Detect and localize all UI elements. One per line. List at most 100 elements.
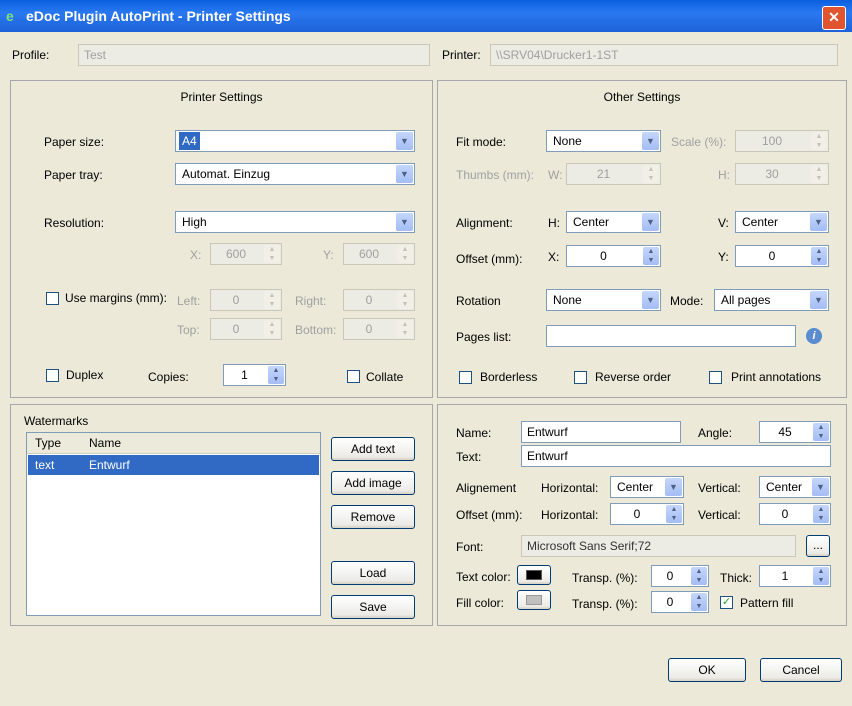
thick-label: Thick: (720, 571, 753, 585)
spinner-arrows-icon[interactable]: ▲ ▼ (397, 320, 413, 338)
profile-field[interactable]: Test (78, 44, 430, 66)
spinner-arrows-icon[interactable]: ▲ ▼ (397, 291, 413, 309)
close-button[interactable]: ✕ (822, 6, 846, 30)
left-spinner[interactable]: 0 ▲ ▼ (210, 289, 282, 311)
spinner-arrows-icon[interactable]: ▲ ▼ (268, 366, 284, 384)
printer-field[interactable]: \\SRV04\Drucker1-1ST (490, 44, 838, 66)
res-x-spinner[interactable]: 600 ▲ ▼ (210, 243, 282, 265)
pages-list-input[interactable] (546, 325, 796, 347)
right-label: Right: (295, 294, 327, 308)
chevron-down-icon[interactable]: ▼ (810, 213, 827, 231)
spinner-arrows-icon[interactable]: ▲ ▼ (811, 132, 827, 150)
rotation-label: Rotation (456, 294, 501, 308)
chevron-down-icon[interactable]: ▼ (396, 165, 413, 183)
paper-size-select[interactable]: A4 ▼ (175, 130, 415, 152)
wm-text-input[interactable]: Entwurf (521, 445, 831, 467)
wm-horizontal-select[interactable]: Center ▼ (610, 476, 684, 498)
spinner-arrows-icon[interactable]: ▲ ▼ (264, 291, 280, 309)
wm-off-vertical-spinner[interactable]: 0 ▲ ▼ (759, 503, 831, 525)
resolution-select[interactable]: High ▼ (175, 211, 415, 233)
ok-button[interactable]: OK (668, 658, 746, 682)
other-settings-header: Other Settings (603, 90, 681, 104)
chevron-down-icon[interactable]: ▼ (642, 132, 659, 150)
spinner-arrows-icon[interactable]: ▲ ▼ (264, 320, 280, 338)
list-item[interactable]: text Entwurf (28, 455, 319, 475)
spinner-arrows-icon[interactable]: ▲ ▼ (643, 247, 659, 265)
reverse-order-checkbox[interactable] (574, 371, 587, 384)
collate-checkbox[interactable] (347, 370, 360, 383)
column-type[interactable]: Type (35, 436, 61, 450)
chevron-down-icon[interactable]: ▼ (642, 213, 659, 231)
paper-tray-select[interactable]: Automat. Einzug ▼ (175, 163, 415, 185)
spinner-arrows-icon[interactable]: ▲ ▼ (813, 567, 829, 585)
remove-button[interactable]: Remove (331, 505, 415, 529)
align-h-select[interactable]: Center ▼ (566, 211, 661, 233)
load-button[interactable]: Load (331, 561, 415, 585)
spinner-arrows-icon[interactable]: ▲ ▼ (397, 245, 413, 263)
spinner-arrows-icon[interactable]: ▲ ▼ (813, 505, 829, 523)
add-image-button[interactable]: Add image (331, 471, 415, 495)
chevron-down-icon[interactable]: ▼ (810, 291, 827, 309)
chevron-down-icon[interactable]: ▼ (396, 132, 413, 150)
borderless-label: Borderless (480, 370, 538, 384)
align-h-label: H: (548, 216, 560, 230)
borderless-checkbox[interactable] (459, 371, 472, 384)
spinner-arrows-icon[interactable]: ▲ ▼ (643, 165, 659, 183)
save-button[interactable]: Save (331, 595, 415, 619)
row-name: Entwurf (89, 458, 130, 472)
wm-vertical-select[interactable]: Center ▼ (759, 476, 831, 498)
fit-mode-select[interactable]: None ▼ (546, 130, 661, 152)
offset-x-spinner[interactable]: 0 ▲ ▼ (566, 245, 661, 267)
use-margins-label: Use margins (mm): (65, 291, 168, 305)
bottom-spinner[interactable]: 0 ▲ ▼ (343, 318, 415, 340)
add-text-button[interactable]: Add text (331, 437, 415, 461)
font-browse-button[interactable]: ... (806, 535, 830, 557)
profile-label: Profile: (12, 48, 50, 62)
thumbs-w-spinner[interactable]: 21 ▲ ▼ (566, 163, 661, 185)
info-icon[interactable]: i (806, 328, 822, 344)
angle-spinner[interactable]: 45 ▲ ▼ (759, 421, 831, 443)
text-color-label: Text color: (456, 570, 511, 584)
angle-label: Angle: (698, 426, 733, 440)
top-spinner[interactable]: 0 ▲ ▼ (210, 318, 282, 340)
mode-select[interactable]: All pages ▼ (714, 289, 829, 311)
text-transp-spinner[interactable]: 0 ▲ ▼ (651, 565, 709, 587)
spinner-arrows-icon[interactable]: ▲ ▼ (691, 593, 707, 611)
chevron-down-icon[interactable]: ▼ (812, 478, 829, 496)
spinner-arrows-icon[interactable]: ▲ ▼ (813, 423, 829, 441)
column-name[interactable]: Name (89, 436, 121, 450)
spinner-arrows-icon[interactable]: ▲ ▼ (666, 505, 682, 523)
text-color-button[interactable] (517, 565, 551, 585)
duplex-checkbox[interactable] (46, 369, 59, 382)
thumbs-h-spinner[interactable]: 30 ▲ ▼ (735, 163, 829, 185)
fill-color-button[interactable] (517, 590, 551, 610)
wm-name-input[interactable]: Entwurf (521, 421, 681, 443)
chevron-down-icon[interactable]: ▼ (665, 478, 682, 496)
right-spinner[interactable]: 0 ▲ ▼ (343, 289, 415, 311)
res-y-spinner[interactable]: 600 ▲ ▼ (343, 243, 415, 265)
pattern-fill-checkbox[interactable]: ✓ (720, 596, 733, 609)
fill-transp-spinner[interactable]: 0 ▲ ▼ (651, 591, 709, 613)
chevron-down-icon[interactable]: ▼ (396, 213, 413, 231)
wm-off-horizontal-spinner[interactable]: 0 ▲ ▼ (610, 503, 684, 525)
chevron-down-icon[interactable]: ▼ (642, 291, 659, 309)
spinner-arrows-icon[interactable]: ▲ ▼ (264, 245, 280, 263)
spinner-arrows-icon[interactable]: ▲ ▼ (691, 567, 707, 585)
fit-mode-label: Fit mode: (456, 135, 507, 149)
copies-spinner[interactable]: 1 ▲ ▼ (223, 364, 286, 386)
spinner-arrows-icon[interactable]: ▲ ▼ (811, 165, 827, 183)
rotation-select[interactable]: None ▼ (546, 289, 661, 311)
thick-spinner[interactable]: 1 ▲ ▼ (759, 565, 831, 587)
print-annotations-checkbox[interactable] (709, 371, 722, 384)
wm-off-horizontal-label: Horizontal: (541, 508, 599, 522)
watermarks-list[interactable]: Type Name text Entwurf (26, 432, 321, 616)
fill-transp-label: Transp. (%): (572, 597, 638, 611)
align-v-select[interactable]: Center ▼ (735, 211, 829, 233)
scale-spinner[interactable]: 100 ▲ ▼ (735, 130, 829, 152)
cancel-button[interactable]: Cancel (760, 658, 842, 682)
offset-y-spinner[interactable]: 0 ▲ ▼ (735, 245, 829, 267)
spinner-arrows-icon[interactable]: ▲ ▼ (811, 247, 827, 265)
fill-color-swatch (526, 595, 542, 605)
app-icon: e (6, 8, 14, 24)
use-margins-checkbox[interactable] (46, 292, 59, 305)
